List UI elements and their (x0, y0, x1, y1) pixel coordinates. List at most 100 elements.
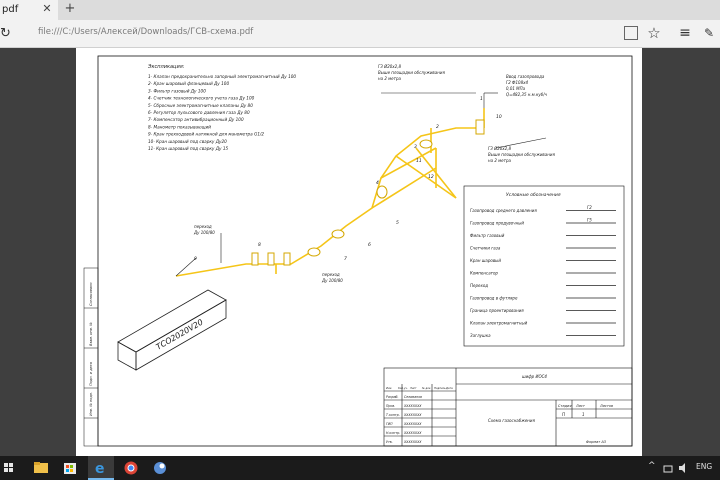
unit-block (117, 289, 227, 371)
note-entry-0: Ввод газопровода (506, 74, 545, 79)
chrome-icon[interactable] (124, 461, 138, 475)
pipe-number: 2 (436, 124, 439, 130)
pdf-viewer[interactable]: Согласовано Взам. инв. № Подп. и дата Ин… (0, 48, 720, 456)
symbols-title: Условные обозначения (506, 192, 561, 198)
note-right-0: ГЗ Ø20х2,8 (488, 146, 511, 151)
star-icon[interactable]: ☆ (645, 23, 663, 43)
url-field[interactable]: file:///C:/Users/Алексей/Downloads/ГСВ-с… (38, 27, 598, 41)
side-label-1: Взам. инв. № (89, 322, 93, 346)
symbol-label: Газопровод среднего давления (470, 208, 537, 213)
transition-2-1: Ду 100/80 (321, 278, 343, 283)
stamp-col-header: Дата (445, 386, 453, 390)
stamp-person: ХХХХХХХХ (403, 431, 422, 435)
pipe-number: 3 (414, 144, 417, 150)
stamp-format: Формат А3 (586, 440, 606, 444)
volume-icon[interactable] (679, 463, 685, 473)
stamp-col-header: Лист (409, 386, 417, 390)
edge-icon[interactable]: e (88, 456, 114, 480)
symbol-label: Клапан электромагнитный (470, 321, 528, 326)
legend-item: 8- Манометр показывающий (148, 124, 211, 129)
filter-symbol-2 (267, 252, 275, 266)
network-icon[interactable] (663, 465, 673, 473)
meter-symbol (307, 247, 321, 257)
note-right-2: на 2 метра (488, 158, 512, 163)
note-entry-3: Q=482,35 н.м.куб/ч (506, 92, 548, 97)
pipe-number: 10 (496, 114, 502, 120)
filter-symbol (251, 252, 259, 266)
legend-item: 4- Счетчик технологического учета газа Д… (148, 96, 255, 101)
stamp-sheet: 1 (582, 412, 585, 417)
tab-active[interactable]: pdf ✕ (0, 0, 58, 20)
legend-item: 9- Кран трехходовой натяжной для маномет… (148, 132, 264, 137)
legend-item: 1- Клапан предохранительно запорный элек… (148, 74, 296, 79)
gas-scheme-drawing: Согласовано Взам. инв. № Подп. и дата Ин… (83, 55, 633, 447)
tab-close-button[interactable]: ✕ (40, 1, 54, 17)
store-icon[interactable] (64, 463, 76, 474)
stamp-role: ГИП (386, 422, 393, 426)
hub-icon[interactable]: ✎ (704, 23, 720, 43)
valve-symbol-2 (419, 139, 433, 149)
tray-expand-button[interactable]: ^ (648, 461, 656, 471)
valve-symbol (331, 229, 345, 239)
stamp-person: ХХХХХХХХ (403, 413, 422, 417)
symbol-code: Г5 (587, 218, 592, 223)
symbol-label: Граница проектирования (470, 308, 524, 313)
taskbar: e ^ ENG (0, 456, 720, 480)
stamp-person: ХХХХХХХХ (403, 440, 422, 444)
legend-item: 3- Фильтр газовый Ду 100 (148, 88, 206, 93)
pipe-number: 6 (368, 242, 371, 248)
stamp-title: Схема газоснабжения (488, 418, 536, 423)
symbol-label: Счетчики газа (470, 246, 501, 251)
legend-item: 6- Регулятор пульсового давления газа Ду… (148, 110, 250, 115)
stamp-role: Утв. (386, 440, 393, 444)
stamp-person: ХХХХХХХХ (403, 404, 422, 408)
svg-text:e: e (95, 461, 105, 477)
note-top-1: Выше площадки обслуживания (378, 70, 445, 75)
symbol-label: Заглушка (470, 333, 491, 338)
address-bar: ↻ file:///C:/Users/Алексей/Downloads/ГСВ… (0, 20, 720, 48)
reload-icon[interactable]: ↻ (0, 25, 14, 43)
stamp-rows: Разраб. СеливановПров. ХХХХХХХХТ.контр. ХХХ… (386, 395, 422, 444)
stamp-person: Селиванов (404, 395, 422, 399)
stamp-sheet-h: Лист (575, 404, 586, 408)
legend-item: 10- Кран шаровый под сварку Ду20 (148, 139, 227, 144)
transition-2-0: переход (322, 272, 340, 277)
stamp-col-header: Подпись (434, 386, 446, 390)
new-tab-button[interactable]: + (62, 1, 78, 17)
symbol-label: Переход (470, 283, 488, 288)
stamp-role: Разраб. (386, 395, 399, 399)
stamp-col-header: Кол.уч. (398, 386, 408, 390)
side-label-2: Подп. и дата (89, 362, 93, 386)
side-label-3: Инв. № подл. (89, 392, 93, 416)
language-indicator[interactable]: ENG (696, 462, 712, 471)
stamp-header: Изм. Кол.уч. Лист № док. Подпись Дата (386, 386, 453, 390)
legend-item: 7- Компенсатор антивибрационный Ду 100 (148, 117, 244, 122)
stamp-col-header: Изм. (386, 386, 392, 390)
symbols-list: Газопровод среднего давления Г2 Газопровод… (470, 205, 616, 338)
file-explorer-icon[interactable] (34, 462, 48, 473)
pipe-number: 9 (194, 256, 197, 262)
app-icon[interactable] (154, 462, 166, 474)
pipe-number: 8 (258, 242, 261, 248)
stamp-person: ХХХХХХХХ (403, 422, 422, 426)
legend-list: 1- Клапан предохранительно запорный элек… (148, 74, 296, 151)
stamp-role: Н.контр. (386, 431, 400, 435)
symbol-label: Газопровод продувочный (470, 221, 524, 226)
note-entry-1: Г2 Ф108х4 (506, 80, 528, 85)
pipe-number: 4 (376, 180, 379, 186)
legend-item: 2- Кран шаровый фланцевый Ду 100 (148, 81, 229, 86)
transition-1-0: переход (194, 224, 212, 229)
pipe-number: 5 (396, 220, 399, 226)
reading-view-icon[interactable] (624, 26, 638, 40)
pipe-number: 12 (428, 174, 434, 180)
legend-item: 5- Сбросные электромагнитные клапаны Ду … (148, 103, 253, 108)
windows-start-icon[interactable] (4, 463, 13, 472)
stamp-sheets-h: Листов (599, 404, 613, 408)
compensator-symbol (475, 119, 485, 135)
stamp-code: шифр ИОС4 (522, 374, 547, 379)
side-label-0: Согласовано (89, 282, 93, 306)
transition-1-1: Ду 100/80 (193, 230, 215, 235)
legend-title: Экспликация: (147, 64, 185, 70)
regulator-symbol (376, 185, 388, 199)
more-icon[interactable]: ≡ (675, 23, 695, 43)
